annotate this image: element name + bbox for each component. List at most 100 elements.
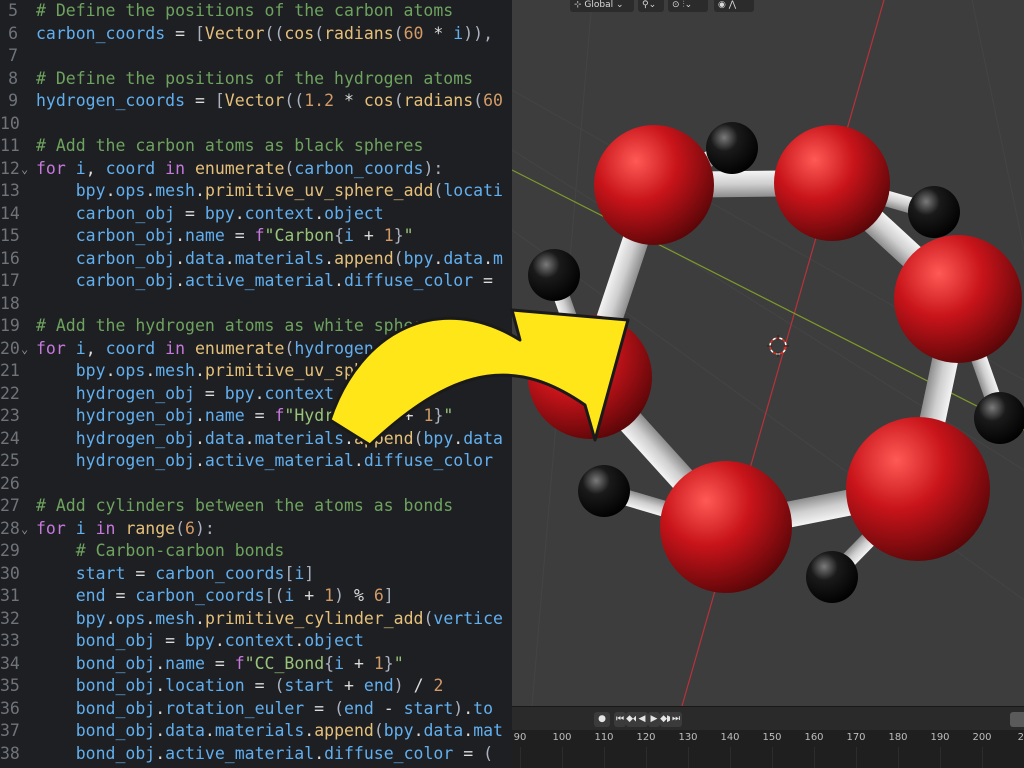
line-number: 7: [8, 46, 18, 65]
frame-gridline: [688, 747, 689, 768]
hydrogen-atom[interactable]: [806, 551, 858, 603]
frame-gridline: [520, 747, 521, 768]
line-number: 38: [0, 743, 20, 763]
line-number: 6: [8, 23, 18, 43]
magnet-icon: ⊙ ⫶⌄: [672, 0, 693, 10]
code-editor[interactable]: 5 # Define the positions of the carbon at…: [0, 0, 512, 768]
timeline-scroll-handle[interactable]: [1010, 712, 1024, 727]
carbon-atom[interactable]: [594, 125, 714, 245]
carbon-atom[interactable]: [774, 125, 890, 241]
line-number: 29: [0, 541, 20, 560]
jump-start-button[interactable]: ⏮: [614, 712, 626, 727]
benzene-molecule[interactable]: [528, 122, 1024, 603]
line-number: 17: [0, 271, 20, 290]
chevron-down-icon: ⌄: [613, 0, 624, 10]
code-text: bond_obj.location = (start + end) / 2: [75, 676, 444, 695]
proportional-edit-toggle[interactable]: ◉ ⋀: [714, 0, 754, 12]
carbon-atom[interactable]: [894, 235, 1022, 363]
frame-tick-label: 110: [594, 732, 614, 743]
line-number: 24: [0, 428, 20, 448]
code-text: hydrogen_obj.name = f"Hydrogen{i + 1}": [75, 406, 454, 425]
hydrogen-atom[interactable]: [706, 122, 758, 174]
frame-tick-label: 190: [930, 732, 950, 743]
code-text: bond_obj.data.materials.append(bpy.data.…: [75, 721, 503, 740]
code-text: bond_obj.rotation_euler = (end - start).…: [75, 698, 494, 718]
jump-end-button[interactable]: ⏭: [670, 712, 682, 727]
frame-gridline: [562, 747, 563, 768]
viewport-header: ⊹ Global ⌄ ⚲⌄ ⊙ ⫶⌄ ◉ ⋀: [512, 0, 1024, 14]
carbon-atom[interactable]: [528, 315, 652, 439]
frame-tick-label: 21: [1017, 732, 1024, 743]
snapping-toggle[interactable]: ⊙ ⫶⌄: [668, 0, 708, 12]
fold-chevron-icon[interactable]: ⌄: [21, 518, 28, 541]
keyframe-dot-button[interactable]: ●: [594, 712, 610, 727]
hydrogen-atom[interactable]: [908, 186, 960, 238]
line-number: 34: [0, 653, 20, 673]
line-number: 19: [0, 316, 20, 335]
line-number: 37: [0, 721, 20, 740]
code-text: carbon_obj.name = f"Carbon{i + 1}": [75, 226, 414, 245]
viewport-scene[interactable]: [512, 0, 1024, 706]
line-number: 28: [0, 518, 20, 538]
line-number: 33: [0, 631, 20, 650]
line-number: 27: [0, 496, 20, 515]
line-number: 10: [0, 113, 20, 133]
line-number: 9: [8, 91, 18, 110]
frame-tick-label: 170: [846, 732, 866, 743]
frame-gridline: [898, 747, 899, 768]
orientation-icon: ⊹: [574, 0, 585, 10]
frame-tick-label: 90: [513, 732, 527, 743]
frame-gridline: [814, 747, 815, 768]
line-number: 13: [0, 181, 20, 200]
code-text: carbon_coords = [Vector((cos(radians(60 …: [36, 23, 503, 43]
frame-gridline: [646, 747, 647, 768]
snap-dropdown[interactable]: ⚲⌄: [638, 0, 664, 12]
orientation-label: Global: [584, 0, 614, 10]
hydrogen-atom[interactable]: [578, 465, 630, 517]
frame-gridline: [982, 747, 983, 768]
3d-viewport[interactable]: ⊹ Global ⌄ ⚲⌄ ⊙ ⫶⌄ ◉ ⋀: [512, 0, 1024, 706]
frame-tick-label: 200: [972, 732, 992, 743]
code-text: bpy.ops.mesh.primitive_cylinder_add(vert…: [75, 608, 503, 628]
frame-tick-label: 120: [636, 732, 656, 743]
frame-gridline: [730, 747, 731, 768]
timeline-panel[interactable]: ● ⏮ ◆◆ ◀ ▶ ◆▶ ⏭ 90 100 110 120 130 140 150 160 170 180 1…: [512, 706, 1024, 768]
code-text: hydrogen_obj = bpy.context.object: [75, 383, 404, 403]
frame-gridline: [772, 747, 773, 768]
frame-ruler[interactable]: 90 100 110 120 130 140 150 160 170 180 190 200 21: [512, 730, 1024, 768]
line-number: 36: [0, 698, 20, 718]
snap-icon: ⚲⌄: [642, 0, 657, 10]
playback-controls-bar: ● ⏮ ◆◆ ◀ ▶ ◆▶ ⏭: [512, 706, 1024, 731]
code-text: hydrogen_coords = [Vector((1.2 * cos(rad…: [36, 91, 503, 110]
frame-gridline: [604, 747, 605, 768]
line-number: 8: [8, 68, 18, 88]
line-number: 26: [0, 473, 20, 493]
hydrogen-atom[interactable]: [528, 249, 580, 301]
code-text: bpy.ops.mesh.primitive_uv_sphere_add(loc…: [75, 181, 503, 200]
frame-gridline: [856, 747, 857, 768]
line-number: 30: [0, 563, 20, 583]
frame-gridline: [940, 747, 941, 768]
carbon-atom[interactable]: [846, 417, 990, 561]
line-number: 18: [0, 293, 20, 313]
frame-tick-label: 130: [678, 732, 698, 743]
line-number: 22: [0, 383, 20, 403]
carbon-atom[interactable]: [660, 461, 792, 593]
line-number: 15: [0, 226, 20, 245]
fold-chevron-icon[interactable]: ⌄: [21, 338, 28, 361]
line-number: 23: [0, 406, 20, 425]
transform-orientation-dropdown[interactable]: ⊹ Global ⌄: [570, 0, 634, 12]
code-text: # Add cylinders between the atoms as bon…: [36, 496, 454, 515]
hydrogen-atom[interactable]: [974, 392, 1024, 444]
line-number: 20: [0, 338, 20, 358]
code-text: for i in range(6):: [36, 518, 215, 538]
frame-tick-label: 160: [804, 732, 824, 743]
code-text: start = carbon_coords[i]: [75, 563, 315, 583]
play-reverse-button[interactable]: ◀: [636, 712, 648, 727]
3d-cursor-icon[interactable]: [767, 335, 789, 357]
code-text: carbon_obj.active_material.diffuse_color…: [75, 271, 493, 290]
fold-chevron-icon[interactable]: ⌄: [21, 158, 28, 181]
play-button[interactable]: ▶: [648, 712, 660, 727]
code-text: bpy.ops.mesh.primitive_uv_sphere_add(loc…: [75, 361, 503, 380]
line-number: 21: [0, 361, 20, 380]
